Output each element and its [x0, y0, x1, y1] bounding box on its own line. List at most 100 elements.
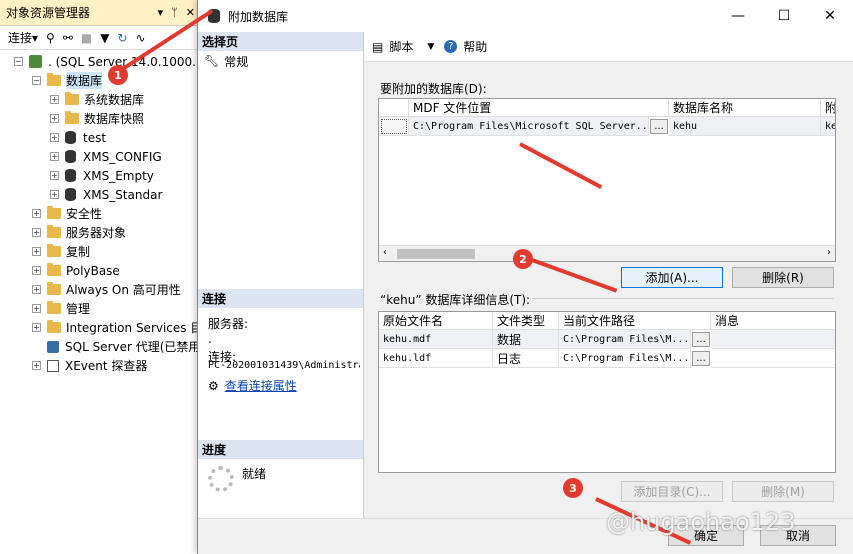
object-explorer-titlebar: 对象资源管理器 ▾ ᛘ ✕ — [0, 0, 199, 26]
folder-icon — [47, 263, 61, 276]
column-header[interactable]: 当前文件路径 — [559, 312, 711, 330]
remove-catalog-button[interactable]: 删除(M) — [732, 481, 834, 502]
connect-button[interactable]: 连接▾ — [8, 29, 38, 46]
table-cell[interactable] — [711, 330, 835, 349]
expander-icon[interactable]: + — [50, 95, 59, 104]
tree-node-label: Always On 高可用性 — [66, 283, 181, 297]
tree-node[interactable]: + XMS_Empty — [50, 166, 154, 185]
wrench-icon: 🔧︎ — [204, 54, 220, 68]
expander-icon[interactable]: + — [32, 361, 41, 370]
tree-node[interactable]: + PolyBase — [32, 261, 120, 280]
database-icon — [65, 188, 76, 201]
tree-node-label: XMS_Empty — [83, 168, 154, 183]
maximize-button[interactable]: ☐ — [761, 8, 807, 24]
expander-icon[interactable]: + — [50, 152, 59, 161]
activity-icon[interactable]: ∿ — [136, 31, 146, 45]
tree-node[interactable]: + 管理 — [32, 299, 90, 318]
column-header[interactable]: MDF 文件位置 — [409, 99, 669, 117]
scroll-right-icon[interactable]: › — [827, 247, 831, 258]
connect-plug-icon[interactable]: ⚲ — [46, 31, 55, 45]
expander-icon[interactable]: + — [50, 114, 59, 123]
table-cell[interactable] — [711, 349, 835, 368]
folder-icon — [65, 111, 79, 124]
tree-node-label: 系统数据库 — [84, 93, 145, 107]
expander-icon[interactable]: + — [32, 323, 41, 332]
table-cell[interactable]: ke — [821, 117, 835, 136]
scroll-left-icon[interactable]: ‹ — [383, 247, 387, 258]
database-icon — [65, 131, 76, 144]
script-dropdown-icon[interactable]: ▼ — [427, 42, 434, 52]
tree-node-label: XEvent 探查器 — [65, 359, 148, 373]
folder-icon — [47, 320, 61, 333]
page-item-general[interactable]: 🔧︎ 常规 — [198, 51, 363, 71]
tree-node[interactable]: + 数据库快照 — [50, 109, 144, 128]
scrollbar-thumb[interactable] — [397, 249, 475, 259]
attach-databases-grid[interactable]: MDF 文件位置 数据库名称 附 C:\Program Files\Micros… — [378, 98, 836, 262]
expander-icon[interactable]: + — [32, 247, 41, 256]
refresh-icon[interactable]: ↻ — [117, 31, 127, 45]
table-cell[interactable]: C:\Program Files\Microsoft SQL Server... — [409, 117, 649, 136]
table-cell[interactable]: kehu.ldf — [379, 349, 493, 368]
tree-node[interactable]: + 安全性 — [32, 204, 102, 223]
view-connection-properties-link[interactable]: 查看连接属性 — [225, 377, 297, 394]
expander-icon[interactable]: + — [50, 133, 59, 142]
script-button[interactable]: 脚本 — [389, 38, 413, 55]
tree-node-label: test — [83, 130, 107, 145]
expander-icon[interactable]: − — [14, 57, 23, 66]
add-button[interactable]: 添加(A)... — [621, 267, 723, 288]
browse-ellipsis-button[interactable]: ... — [650, 119, 668, 134]
table-cell[interactable]: C:\Program Files\M... — [559, 349, 691, 368]
server-label: 服务器: — [208, 317, 249, 331]
tree-node[interactable]: + test — [50, 128, 106, 147]
close-button[interactable]: ✕ — [807, 8, 853, 24]
expander-icon[interactable]: + — [32, 304, 41, 313]
tree-node[interactable]: + Integration Services 目录 — [32, 318, 214, 337]
expander-icon[interactable]: + — [32, 266, 41, 275]
column-header[interactable]: 附 — [821, 99, 835, 117]
dropdown-icon[interactable]: ▾ — [158, 6, 164, 19]
tree-node[interactable]: + 复制 — [32, 242, 90, 261]
tree-node-label: Integration Services 目录 — [66, 321, 215, 335]
browse-ellipsis-button[interactable]: ... — [692, 332, 710, 347]
tree-node-label: XMS_Standar — [83, 187, 163, 202]
database-details-grid[interactable]: 原始文件名 文件类型 当前文件路径 消息 kehu.mdf 数据 C:\Prog… — [378, 311, 836, 473]
expander-icon[interactable]: + — [32, 228, 41, 237]
table-cell[interactable]: C:\Program Files\M... — [559, 330, 691, 349]
remove-button[interactable]: 删除(R) — [732, 267, 834, 288]
table-cell[interactable]: kehu — [669, 117, 821, 136]
column-header[interactable]: 数据库名称 — [669, 99, 821, 117]
pin-icon[interactable]: ᛘ — [171, 6, 178, 19]
disconnect-icon[interactable]: ⚯ — [63, 31, 73, 45]
tree-node[interactable]: + 系统数据库 — [50, 90, 144, 109]
column-header[interactable]: 消息 — [711, 312, 835, 330]
expander-icon[interactable]: + — [32, 209, 41, 218]
annotation-badge: 3 — [563, 478, 583, 498]
tree-node[interactable]: SQL Server 代理(已禁用代理 — [32, 337, 224, 356]
tree-node[interactable]: + XMS_CONFIG — [50, 147, 162, 166]
expander-icon[interactable]: + — [50, 171, 59, 180]
browse-ellipsis-button[interactable]: ... — [692, 351, 710, 366]
xevent-icon — [47, 359, 59, 372]
table-cell[interactable]: 数据 — [493, 330, 559, 349]
tree-node[interactable]: + XMS_Standar — [50, 185, 162, 204]
tree-node[interactable]: + XEvent 探查器 — [32, 356, 147, 375]
expander-icon[interactable]: + — [50, 190, 59, 199]
close-icon[interactable]: ✕ — [186, 6, 195, 19]
tree-node[interactable]: + 服务器对象 — [32, 223, 126, 242]
horizontal-scrollbar[interactable]: ‹ › — [379, 245, 835, 261]
add-catalog-button[interactable]: 添加目录(C)... — [621, 481, 723, 502]
stop-icon[interactable]: ■ — [81, 31, 92, 45]
server-icon — [29, 55, 42, 68]
help-button[interactable]: 帮助 — [463, 38, 487, 55]
tree-node-label: XMS_CONFIG — [83, 149, 162, 164]
tree-node[interactable]: + Always On 高可用性 — [32, 280, 181, 299]
table-cell[interactable]: 日志 — [493, 349, 559, 368]
filter-icon[interactable]: ▼ — [100, 31, 109, 45]
column-header[interactable]: 原始文件名 — [379, 312, 493, 330]
expander-icon[interactable]: + — [32, 285, 41, 294]
tree-node[interactable]: − 数据库 — [32, 71, 103, 90]
column-header[interactable]: 文件类型 — [493, 312, 559, 330]
table-cell[interactable]: kehu.mdf — [379, 330, 493, 349]
expander-icon[interactable]: − — [32, 76, 41, 85]
minimize-button[interactable]: — — [715, 8, 761, 24]
